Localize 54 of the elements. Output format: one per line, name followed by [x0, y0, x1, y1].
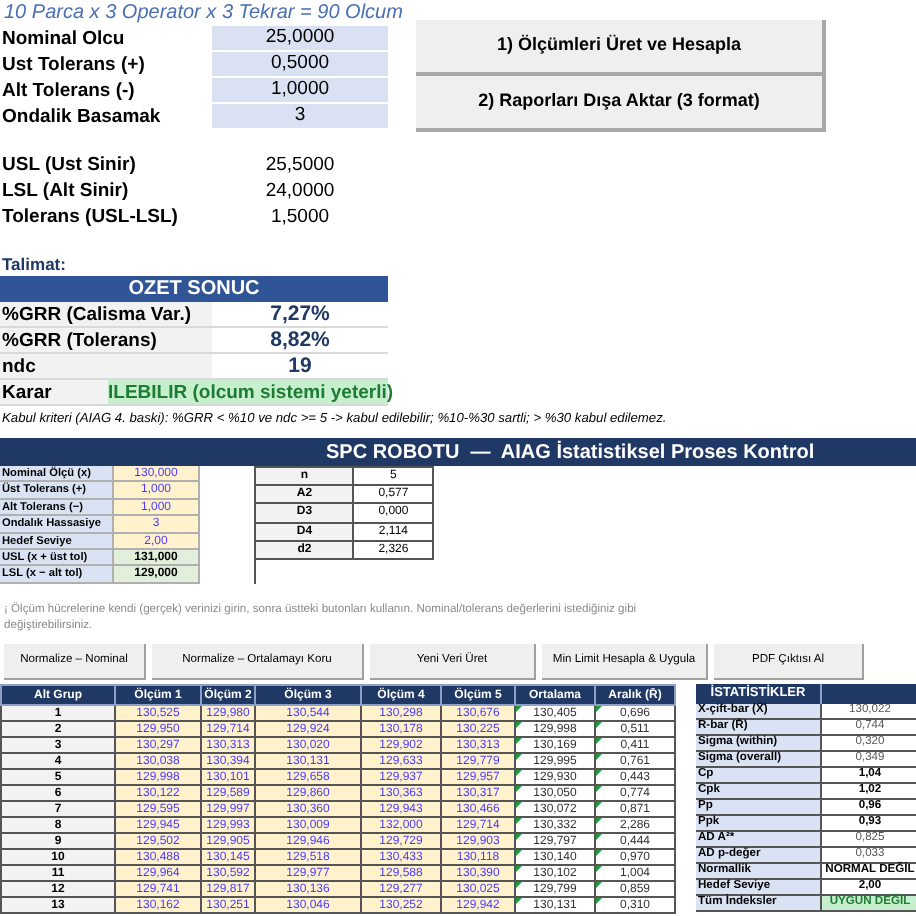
corner-flag-icon	[596, 834, 602, 840]
corner-flag-icon	[596, 882, 602, 888]
summary-header: OZET SONUC	[0, 276, 388, 302]
corner-flag-icon	[516, 706, 522, 712]
corner-flag-icon	[516, 802, 522, 808]
instruction-label: Talimat:	[0, 254, 68, 276]
verdict-cell: ILEBILIR (olcum sistemi yeterli)	[108, 380, 388, 404]
corner-flag-icon	[516, 898, 522, 904]
table-cell-text: 8,82%	[268, 328, 332, 352]
corner-flag-icon	[516, 722, 522, 728]
table-cell-text: 19	[286, 354, 314, 378]
corner-flag-icon	[596, 850, 602, 856]
corner-flag-icon	[596, 866, 602, 872]
input-field[interactable]: 25,0000	[212, 26, 388, 52]
subtitle: 10 Parca x 3 Operator x 3 Tekrar = 90 Olcum	[2, 0, 405, 26]
field-label: Tolerans (USL-LSL)	[0, 204, 180, 230]
field-label: Ondalik Basamak	[0, 104, 163, 130]
corner-flag-icon	[516, 882, 522, 888]
field-label: Nominal Olcu	[0, 26, 127, 52]
corner-flag-icon	[596, 706, 602, 712]
input-field[interactable]: 0,5000	[212, 52, 388, 78]
corner-flag-icon	[596, 818, 602, 824]
table-cell: ndc	[0, 354, 212, 378]
corner-flag-icon	[596, 786, 602, 792]
corner-flag-icon	[516, 754, 522, 760]
action-button[interactable]: 2) Raporları Dışa Aktar (3 format)	[416, 76, 826, 132]
field-label: USL (Ust Sinir)	[0, 152, 138, 178]
table-cell: %GRR (Tolerans)	[0, 328, 212, 352]
corner-flag-icon	[596, 898, 602, 904]
corner-flag-icon	[596, 770, 602, 776]
action-button[interactable]: 1) Ölçümleri Üret ve Hesapla	[416, 20, 826, 76]
field-label: Ust Tolerans (+)	[0, 52, 147, 78]
banner-title: SPC ROBOTU — AIAG İstatistiksel Proses Kontrol	[326, 438, 815, 467]
field-label: LSL (Alt Sinir)	[0, 178, 131, 204]
input-field[interactable]: 1,0000	[212, 78, 388, 104]
corner-flag-icon	[516, 738, 522, 744]
value-text: 25,5000	[263, 152, 337, 178]
corner-flag-icon	[516, 818, 522, 824]
table-cell-text: 7,27%	[268, 302, 332, 326]
corner-flag-icon	[516, 834, 522, 840]
corner-flag-icon	[596, 802, 602, 808]
corner-flag-icon	[596, 754, 602, 760]
corner-flag-icon	[516, 786, 522, 792]
corner-flag-icon	[596, 722, 602, 728]
field-label: Alt Tolerans (-)	[0, 78, 137, 104]
corner-flag-icon	[516, 770, 522, 776]
input-field[interactable]: 3	[212, 104, 388, 130]
corner-flag-icon	[516, 850, 522, 856]
value-text: 1,5000	[268, 204, 332, 230]
corner-flag-icon	[516, 866, 522, 872]
table-cell: Karar	[0, 380, 108, 404]
table-cell: %GRR (Calisma Var.)	[0, 302, 212, 326]
value-text: 24,0000	[263, 178, 337, 204]
corner-flag-icon	[596, 738, 602, 744]
